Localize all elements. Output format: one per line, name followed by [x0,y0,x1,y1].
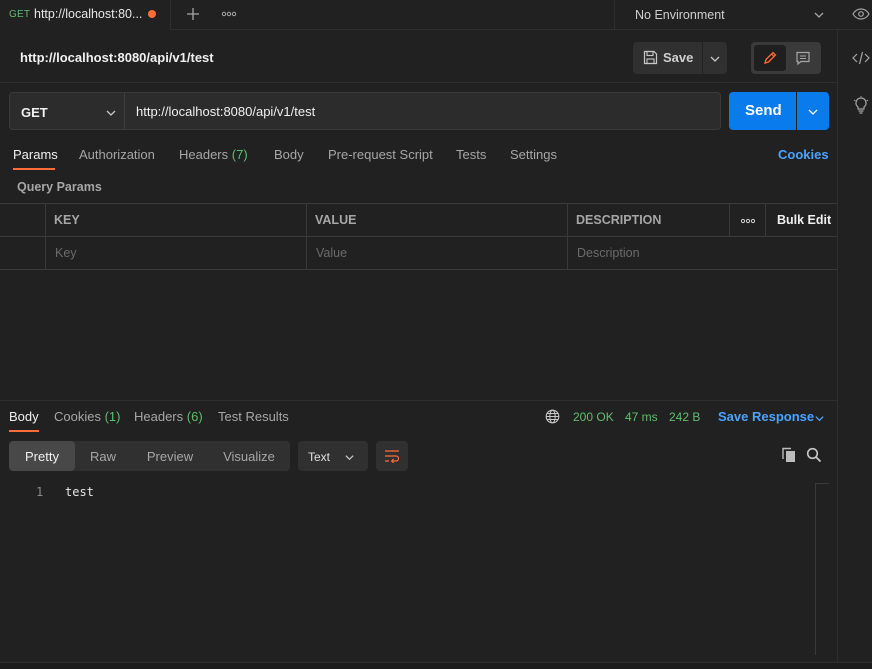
send-label: Send [745,102,782,119]
method-label: GET [21,105,48,120]
tab-headers-label: Headers [179,147,229,162]
tab-settings[interactable]: Settings [510,147,557,162]
pencil-icon [764,51,777,64]
divider [0,82,837,83]
scrollbar[interactable] [815,483,829,655]
tab-headers[interactable]: Headers (7) [179,147,248,162]
params-table: KEY VALUE DESCRIPTION Bulk Edit Key Valu… [0,203,837,270]
chevron-down-icon [344,452,355,463]
more-tabs-icon[interactable] [221,9,237,19]
view-visualize[interactable]: Visualize [213,441,285,471]
copy-icon[interactable] [781,447,797,463]
view-mode-toggle [751,42,821,74]
cookies-link[interactable]: Cookies [778,147,829,162]
table-header-row: KEY VALUE DESCRIPTION Bulk Edit [0,204,837,237]
column-description: DESCRIPTION [567,204,729,237]
tab-response-headers[interactable]: Headers (6) [134,409,203,424]
status-code[interactable]: 200 OK [573,410,614,424]
value-input[interactable]: Value [306,237,567,270]
right-sidebar [837,30,872,669]
tab-params[interactable]: Params [13,147,58,162]
save-button[interactable]: Save [633,42,702,74]
request-title[interactable]: http://localhost:8080/api/v1/test [20,50,214,65]
bulk-edit-cell: Bulk Edit [765,204,837,237]
format-select[interactable]: Text [298,441,368,471]
tab-title: http://localhost:80... [34,7,143,21]
value-placeholder: Value [316,246,348,260]
key-input[interactable]: Key [45,237,306,270]
response-headers-count: (6) [186,409,203,424]
send-options-button[interactable] [797,92,829,130]
tab-tests[interactable]: Tests [456,147,486,162]
response-cookies-count: (1) [104,409,121,424]
documentation-mode-button[interactable] [789,45,818,71]
column-key-label: KEY [54,213,80,227]
response-headers-label: Headers [134,409,184,424]
active-tab-indicator [13,168,55,170]
tab-response-body[interactable]: Body [9,409,39,424]
line-number: 1 [36,485,44,499]
url-value: http://localhost:8080/api/v1/test [136,104,316,119]
chevron-down-icon [813,9,825,21]
tab-response-cookies[interactable]: Cookies (1) [54,409,120,424]
response-size[interactable]: 242 B [669,410,700,424]
tab-authorization[interactable]: Authorization [79,147,155,162]
request-tab[interactable]: GET http://localhost:80... [0,0,171,30]
description-placeholder: Description [577,246,640,260]
query-params-title: Query Params [17,180,102,194]
bulk-edit-button[interactable]: Bulk Edit [777,213,831,227]
unsaved-indicator [148,10,156,18]
response-time[interactable]: 47 ms [625,410,658,424]
plus-icon[interactable] [185,6,201,22]
url-input[interactable]: http://localhost:8080/api/v1/test [124,92,721,130]
lightbulb-icon[interactable] [853,96,869,114]
environment-label: No Environment [635,8,725,22]
tab-bar: GET http://localhost:80... No Environmen… [0,0,872,30]
column-description-label: DESCRIPTION [576,213,662,227]
chevron-down-icon [808,109,818,115]
view-raw[interactable]: Raw [75,441,131,471]
edit-mode-button[interactable] [754,45,786,71]
format-label: Text [308,450,331,464]
view-pretty[interactable]: Pretty [9,441,75,471]
response-view-tabs: Pretty Raw Preview Visualize [9,441,290,471]
chevron-down-icon [105,107,117,119]
save-response-button[interactable]: Save Response [718,409,814,424]
code-icon[interactable] [852,50,870,66]
tab-method: GET [9,9,31,20]
key-placeholder: Key [55,246,77,260]
comment-icon [796,51,810,66]
column-key: KEY [45,204,306,237]
save-label: Save [663,50,694,65]
description-input[interactable]: Description [567,237,837,270]
status-bar [0,662,872,669]
view-preview[interactable]: Preview [135,441,205,471]
wrap-icon [385,450,400,463]
column-value-label: VALUE [315,213,357,227]
tab-prerequest-script[interactable]: Pre-request Script [328,147,433,162]
pane-divider[interactable] [0,400,837,401]
table-row: Key Value Description [0,237,837,270]
headers-count: (7) [231,147,248,162]
active-tab-indicator [9,430,39,432]
globe-icon[interactable] [545,409,560,424]
save-icon [643,50,658,65]
table-options[interactable] [729,204,765,237]
environment-select[interactable]: No Environment [615,0,837,30]
save-options-button[interactable] [703,42,727,74]
chevron-down-icon[interactable] [814,413,825,424]
eye-icon[interactable] [852,7,870,21]
response-cookies-label: Cookies [54,409,101,424]
send-button[interactable]: Send [729,92,796,130]
column-value: VALUE [306,204,567,237]
wrap-lines-button[interactable] [376,441,408,471]
tab-test-results[interactable]: Test Results [218,409,289,424]
more-icon [740,218,756,224]
chevron-down-icon [710,56,720,62]
tab-body[interactable]: Body [274,147,304,162]
response-body-line: test [65,485,94,499]
method-select[interactable]: GET [9,92,125,130]
search-icon[interactable] [806,447,822,463]
